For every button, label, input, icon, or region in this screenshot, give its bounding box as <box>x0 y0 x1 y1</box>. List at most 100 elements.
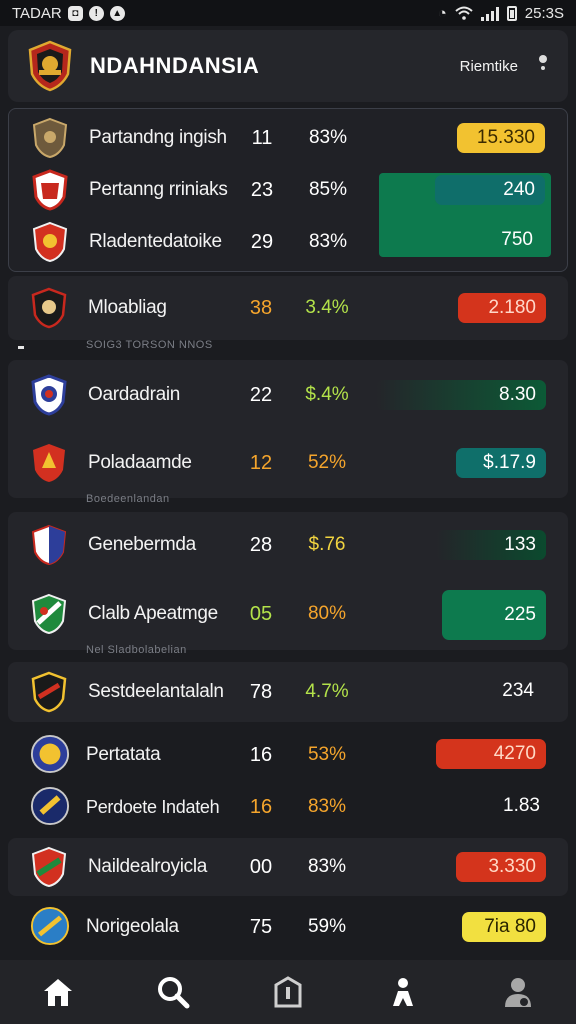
team-name: Oardadrain <box>88 384 181 405</box>
team-name: Pertanng rriniaks <box>89 179 228 200</box>
divider-mark <box>18 346 24 349</box>
table-row[interactable]: Clalb Apeatmge 05 80% 225 <box>8 586 568 642</box>
table-row[interactable]: Norigeolala 75 59% 7ia 80 <box>0 900 576 954</box>
nav-home[interactable] <box>28 967 88 1017</box>
crest-shield-icon <box>31 524 67 566</box>
win-percent: 83% <box>308 231 348 252</box>
table-row[interactable]: Genebermda 28 $.76 133 <box>8 518 568 572</box>
played-count: 23 <box>250 178 274 201</box>
crest-shield-icon <box>32 169 68 211</box>
app-logo <box>28 40 72 92</box>
played-count: 00 <box>249 855 273 878</box>
played-count: 78 <box>249 680 273 703</box>
team-name: Clalb Apeatmge <box>88 603 218 624</box>
win-percent: 4.7% <box>305 681 349 702</box>
win-percent: 52% <box>307 452 347 473</box>
crest-shield-icon <box>31 846 67 888</box>
win-percent: 83% <box>307 796 347 817</box>
crest-shield-icon <box>31 671 67 713</box>
crest-shield-icon <box>33 444 65 482</box>
clock: 25:3S <box>524 4 564 22</box>
value-badge: 7ia 80 <box>462 912 546 942</box>
more-icon[interactable] <box>536 55 550 77</box>
alert-icon: ! <box>88 5 104 21</box>
bottom-nav <box>0 960 576 1024</box>
nav-search[interactable] <box>143 967 203 1017</box>
team-name: Rladentedatoike <box>89 231 222 252</box>
table-row[interactable]: Poladaamde 12 52% $.17.9 <box>8 436 568 490</box>
signal-icon <box>480 6 499 21</box>
nav-player[interactable] <box>373 967 433 1017</box>
team-name: Genebermda <box>88 534 196 555</box>
camera-icon: ◘ <box>67 5 83 21</box>
value-badge: 225 <box>442 590 546 640</box>
played-count: 12 <box>249 451 273 474</box>
team-name: Partandng ingish <box>89 127 227 148</box>
app-title: NDAHNDANSIA <box>90 53 260 78</box>
standings-card-6: Naildealroyicla 00 83% 3.330 <box>8 838 568 896</box>
table-row[interactable]: Naildealroyicla 00 83% 3.330 <box>8 840 568 894</box>
value-badge: 240 <box>435 175 545 205</box>
table-row[interactable]: Pertanng rriniaks 23 85% 240 <box>9 165 567 215</box>
value-badge: $.17.9 <box>456 448 546 478</box>
standings-card-2: Mloabliag 38 3.4% 2.180 <box>8 276 568 340</box>
win-percent: 83% <box>308 127 348 148</box>
search-icon <box>157 977 190 1009</box>
win-percent: 59% <box>307 916 347 937</box>
played-count: 29 <box>250 230 274 253</box>
table-row[interactable]: Pertatata 16 53% 4270 <box>0 728 576 782</box>
played-count: 05 <box>249 602 273 625</box>
team-name: Mloabliag <box>88 297 167 318</box>
section-caption: SOIG3 TORSON NNOS <box>86 339 213 351</box>
crest-shield-icon <box>31 593 67 635</box>
team-name: Sestdeelantalaln <box>88 681 224 702</box>
app-header: NDAHNDANSIA Riemtike <box>8 30 568 102</box>
crest-round-icon <box>30 906 70 946</box>
played-count: 16 <box>249 795 273 818</box>
played-count: 22 <box>249 383 273 406</box>
table-row[interactable]: Rladentedatoike 29 83% 750 <box>9 217 567 267</box>
crest-round-icon <box>30 786 70 826</box>
value-badge: 2.180 <box>458 293 546 323</box>
win-percent: $.76 <box>308 534 346 555</box>
played-count: 16 <box>249 743 273 766</box>
carrier-label: TADAR <box>12 4 62 22</box>
table-row[interactable]: Partandng ingish 11 83% 15.330 <box>9 113 567 163</box>
win-percent: $.4% <box>305 384 349 405</box>
value-badge: 4270 <box>436 739 546 769</box>
location-icon: ▲ <box>109 5 125 21</box>
win-percent: 53% <box>307 744 347 765</box>
win-percent: 85% <box>308 179 348 200</box>
profile-icon <box>505 978 532 1007</box>
win-percent: 3.4% <box>305 297 349 318</box>
team-name: Pertatata <box>86 744 161 765</box>
played-count: 28 <box>249 533 273 556</box>
value-badge: 15.330 <box>457 123 545 153</box>
team-name: Poladaamde <box>88 452 192 473</box>
header-link[interactable]: Riemtike <box>460 58 518 75</box>
crest-shield-icon <box>31 287 67 329</box>
played-count: 11 <box>251 126 273 149</box>
nav-bookmark[interactable] <box>258 967 318 1017</box>
table-row[interactable]: Oardadrain 22 $.4% 8.30 <box>8 368 568 422</box>
player-icon <box>393 978 414 1006</box>
crest-shield-icon <box>31 374 67 416</box>
standings-card-4: Genebermda 28 $.76 133 Clalb Apeatmge 05… <box>8 512 568 650</box>
standings-card-5: Sestdeelantalaln 78 4.7% 234 <box>8 662 568 722</box>
table-row[interactable]: Sestdeelantalaln 78 4.7% 234 <box>8 666 568 718</box>
team-name: Perdoete Indateh <box>86 796 220 817</box>
team-name: Norigeolala <box>86 916 179 937</box>
table-row[interactable]: Perdoete Indateh 16 83% 1.83 <box>0 780 576 834</box>
team-name: Naildealroyicla <box>88 856 208 877</box>
value-text: 750 <box>501 229 533 250</box>
bookmark-icon <box>274 976 302 1008</box>
alarm-icon: ◔ <box>437 4 447 22</box>
standings-card-1: Partandng ingish 11 83% 15.330 Pertanng … <box>8 108 568 272</box>
value-badge: 3.330 <box>456 852 546 882</box>
nav-profile[interactable] <box>488 967 548 1017</box>
section-caption: Nel Sladbolabelian <box>86 644 187 656</box>
value-text: 234 <box>502 680 534 701</box>
table-row[interactable]: Mloabliag 38 3.4% 2.180 <box>8 282 568 334</box>
crest-shield-icon <box>32 117 68 159</box>
wifi-icon <box>455 6 473 20</box>
